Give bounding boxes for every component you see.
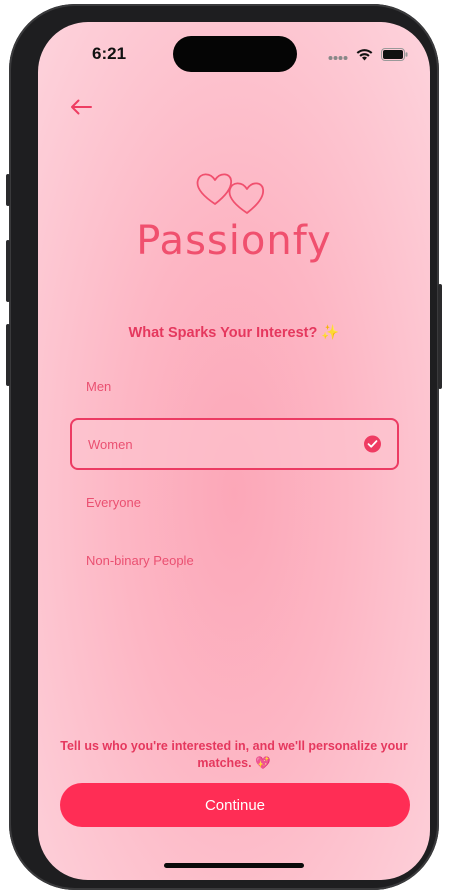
- status-time: 6:21: [92, 44, 127, 63]
- option-non-binary[interactable]: Non-binary People: [70, 534, 399, 586]
- app-screen: 6:21 Passionfy What Sparks Your Interest…: [38, 22, 430, 880]
- option-label: Men: [86, 378, 112, 394]
- personalize-hint: Tell us who you're interested in, and we…: [60, 739, 408, 770]
- option-women[interactable]: Women: [70, 418, 399, 470]
- arrow-left-icon: [70, 99, 92, 119]
- wifi-icon: [356, 46, 373, 65]
- option-label: Women: [88, 436, 133, 452]
- dynamic-island: [173, 36, 297, 72]
- cellular-dots-icon: [328, 46, 348, 65]
- check-circle-icon: [364, 435, 381, 453]
- action-button: [6, 174, 10, 206]
- volume-down-button: [6, 324, 10, 386]
- power-button: [438, 284, 442, 389]
- brand-name: Passionfy: [136, 218, 332, 264]
- back-button[interactable]: [66, 94, 96, 124]
- interest-options: Men Women Everyone Non-binary People: [70, 360, 399, 592]
- two-hearts-icon: [194, 170, 274, 220]
- option-men[interactable]: Men: [70, 360, 399, 412]
- option-label: Everyone: [86, 494, 141, 510]
- battery-icon: [381, 46, 408, 65]
- phone-frame: 6:21 Passionfy What Sparks Your Interest…: [6, 4, 442, 890]
- option-everyone[interactable]: Everyone: [70, 476, 399, 528]
- volume-up-button: [6, 240, 10, 302]
- option-label: Non-binary People: [86, 552, 194, 568]
- continue-button[interactable]: Continue: [60, 783, 410, 827]
- home-indicator: [164, 863, 304, 868]
- status-icons: [328, 46, 408, 65]
- question-title: What Sparks Your Interest? ✨: [128, 325, 340, 341]
